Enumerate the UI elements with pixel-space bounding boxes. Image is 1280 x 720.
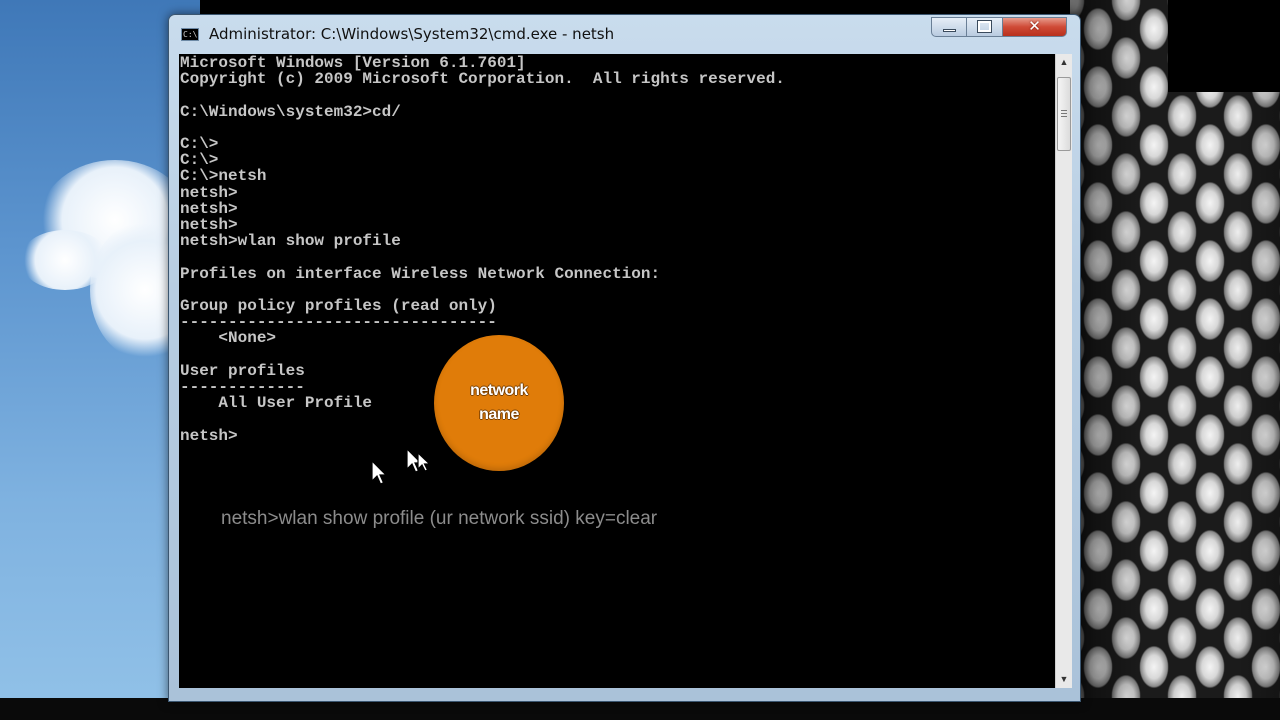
console-line: C:\Windows\system32>cd/ xyxy=(180,102,401,121)
badge-label: network name xyxy=(459,379,539,427)
grip-icon xyxy=(1061,110,1067,118)
desktop-dark-region xyxy=(1168,0,1280,92)
badge-line-network: network xyxy=(470,382,528,399)
command-caption: netsh>wlan show profile (ur network ssid… xyxy=(221,508,658,529)
minimize-button[interactable] xyxy=(931,17,967,37)
scroll-up-arrow-icon[interactable]: ▲ xyxy=(1056,54,1072,71)
console-line: <None> xyxy=(180,329,277,348)
console-line: netsh> xyxy=(180,426,238,445)
cmd-icon[interactable]: C:\ xyxy=(181,28,199,41)
console-line: Copyright (c) 2009 Microsoft Corporation… xyxy=(180,70,785,89)
vertical-scrollbar[interactable]: ▲ ▼ xyxy=(1055,54,1072,688)
console-line: netsh>wlan show profile xyxy=(180,232,401,251)
console-line: All User Profile xyxy=(180,394,373,413)
badge-line-name: name xyxy=(479,406,519,423)
maximize-button[interactable] xyxy=(967,17,1003,37)
scroll-down-arrow-icon[interactable]: ▼ xyxy=(1056,671,1072,688)
scrollbar-thumb[interactable] xyxy=(1057,77,1071,151)
network-name-badge: network name xyxy=(434,335,564,471)
maximize-icon xyxy=(977,20,992,33)
desktop-wallpaper-spheres xyxy=(1070,0,1280,720)
cmd-window[interactable]: C:\ Administrator: C:\Windows\System32\c… xyxy=(168,14,1081,702)
window-title: Administrator: C:\Windows\System32\cmd.e… xyxy=(209,25,615,43)
close-button[interactable]: ✕ xyxy=(1003,17,1067,37)
console-line: Profiles on interface Wireless Network C… xyxy=(180,264,661,283)
close-icon: ✕ xyxy=(1028,17,1041,35)
console-output[interactable]: Microsoft Windows [Version 6.1.7601] Cop… xyxy=(179,54,1055,688)
minimize-icon xyxy=(943,29,956,32)
window-titlebar[interactable]: C:\ Administrator: C:\Windows\System32\c… xyxy=(169,15,1080,53)
